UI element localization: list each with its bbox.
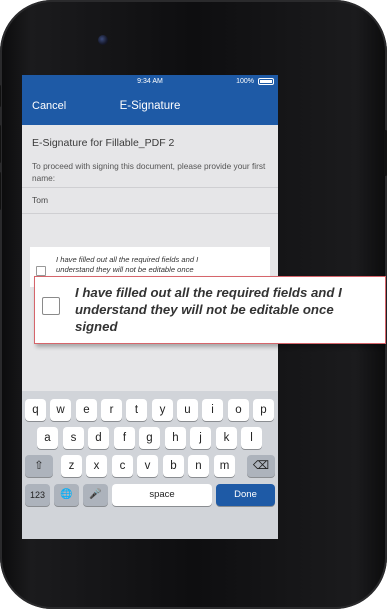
keyboard: q w e r t y u i o p a s d f g h j k l ⇧ … xyxy=(22,391,278,539)
key-c[interactable]: c xyxy=(112,455,133,477)
page-title: E-Signature xyxy=(119,100,181,112)
numbers-key[interactable]: 123 xyxy=(25,484,50,506)
key-e[interactable]: e xyxy=(76,399,97,421)
battery-percent: 100% xyxy=(236,78,254,85)
key-b[interactable]: b xyxy=(163,455,184,477)
nav-bar: Cancel E-Signature xyxy=(22,89,278,125)
mic-key[interactable]: 🎤 xyxy=(83,484,108,506)
key-p[interactable]: p xyxy=(253,399,274,421)
front-camera xyxy=(98,35,108,45)
key-t[interactable]: t xyxy=(126,399,147,421)
key-s[interactable]: s xyxy=(63,427,84,449)
zoomed-agreement-callout: I have filled out all the required field… xyxy=(34,276,386,344)
key-f[interactable]: f xyxy=(114,427,135,449)
divider xyxy=(22,187,278,188)
key-g[interactable]: g xyxy=(139,427,160,449)
zoomed-agreement-checkbox[interactable] xyxy=(42,297,60,315)
key-r[interactable]: r xyxy=(101,399,122,421)
microphone-icon: 🎤 xyxy=(89,489,102,500)
key-m[interactable]: m xyxy=(214,455,235,477)
key-k[interactable]: k xyxy=(216,427,237,449)
globe-icon: 🌐 xyxy=(60,489,73,500)
key-u[interactable]: u xyxy=(177,399,198,421)
instruction-text: To proceed with signing this document, p… xyxy=(32,161,266,183)
divider xyxy=(22,213,278,214)
key-h[interactable]: h xyxy=(165,427,186,449)
key-y[interactable]: y xyxy=(152,399,173,421)
volume-up-button xyxy=(0,125,1,163)
document-title: E-Signature for Fillable_PDF 2 xyxy=(32,137,175,149)
delete-icon: ⌫ xyxy=(252,460,270,472)
agreement-checkbox[interactable] xyxy=(36,266,46,276)
space-key[interactable]: space xyxy=(112,484,212,506)
key-j[interactable]: j xyxy=(190,427,211,449)
status-bar: 9:34 AM 100% xyxy=(22,75,278,89)
key-a[interactable]: a xyxy=(37,427,58,449)
battery-icon xyxy=(258,78,274,85)
agreement-text: I have filled out all the required field… xyxy=(56,255,199,274)
key-d[interactable]: d xyxy=(88,427,109,449)
delete-key[interactable]: ⌫ xyxy=(247,455,275,477)
key-x[interactable]: x xyxy=(86,455,107,477)
key-v[interactable]: v xyxy=(137,455,158,477)
done-button[interactable]: Done xyxy=(216,484,275,506)
key-i[interactable]: i xyxy=(202,399,223,421)
key-q[interactable]: q xyxy=(25,399,46,421)
key-l[interactable]: l xyxy=(241,427,262,449)
shift-key[interactable]: ⇧ xyxy=(25,455,53,477)
key-n[interactable]: n xyxy=(188,455,209,477)
globe-key[interactable]: 🌐 xyxy=(54,484,79,506)
shift-icon: ⇧ xyxy=(34,460,44,472)
volume-down-button xyxy=(0,172,1,210)
key-z[interactable]: z xyxy=(61,455,82,477)
key-w[interactable]: w xyxy=(50,399,71,421)
key-o[interactable]: o xyxy=(228,399,249,421)
silent-switch xyxy=(0,85,1,107)
first-name-field[interactable]: Tom xyxy=(32,195,48,205)
zoomed-agreement-text: I have filled out all the required field… xyxy=(75,285,342,334)
